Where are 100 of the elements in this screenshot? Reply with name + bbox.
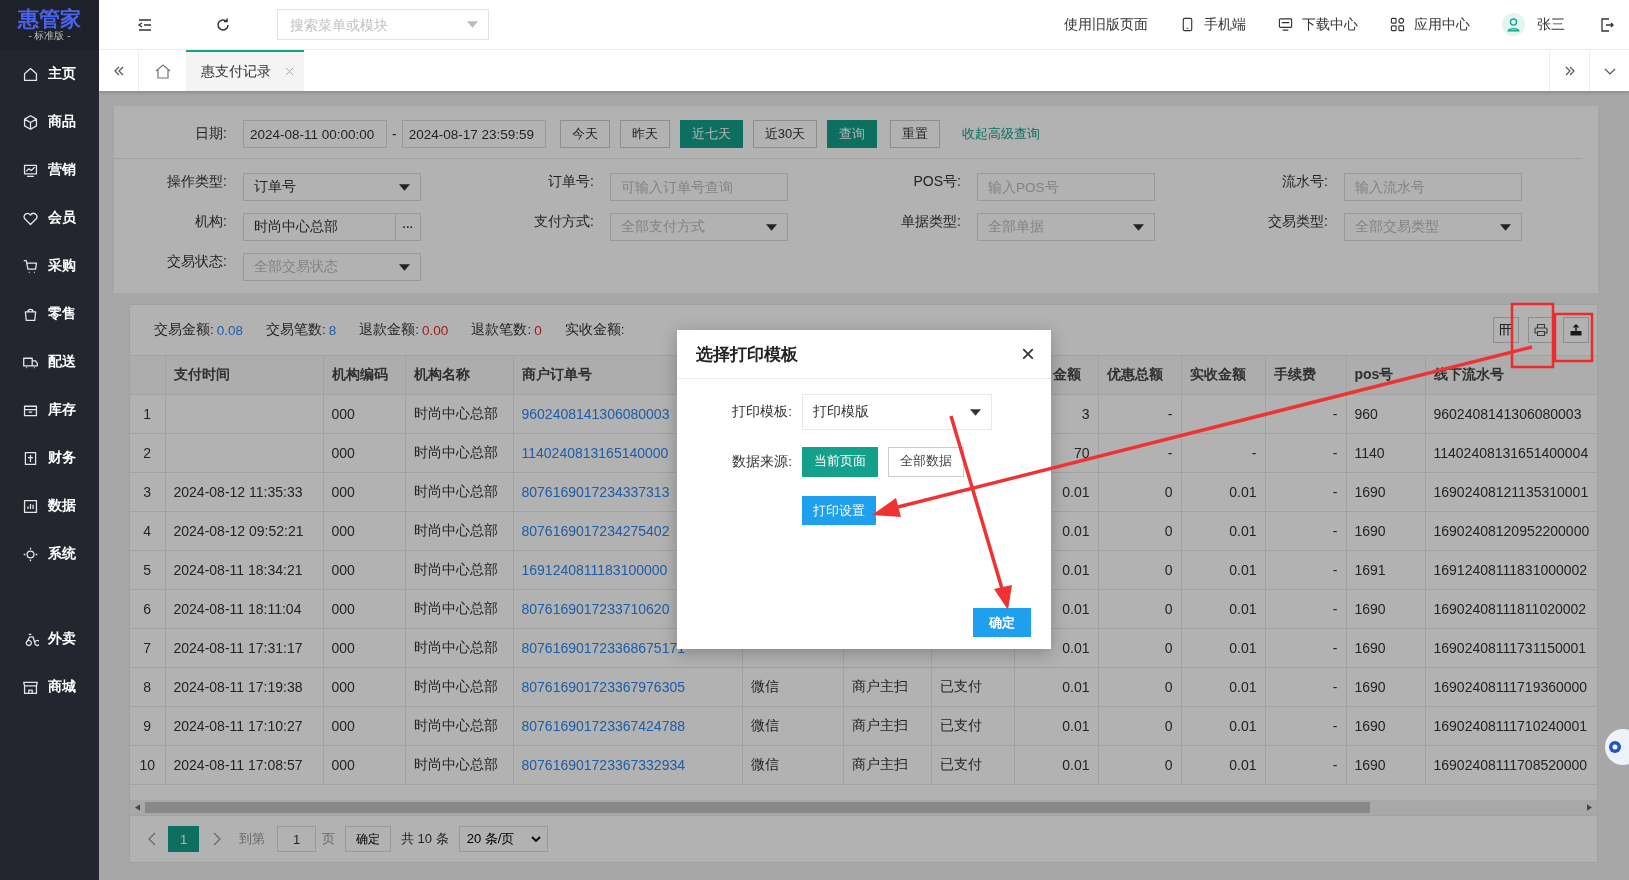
- top-link[interactable]: 应用中心: [1414, 15, 1470, 34]
- sidebar-item[interactable]: 主页: [0, 50, 99, 98]
- sidebar-item[interactable]: 商城: [0, 663, 99, 711]
- column-header: 支付时间: [173, 366, 230, 382]
- columns-button[interactable]: [1493, 317, 1519, 343]
- search-select[interactable]: 搜索菜单或模块: [277, 9, 489, 40]
- columns-icon: [1499, 323, 1513, 337]
- close-button[interactable]: ×: [1017, 342, 1039, 366]
- table-cell: 时尚中心总部: [413, 717, 498, 733]
- column-header: 机构名称: [413, 366, 470, 382]
- sidebar-item[interactable]: 数据: [0, 482, 99, 530]
- table-cell: -: [1167, 406, 1173, 422]
- table-cell: 000: [331, 601, 355, 617]
- summary-value: 0.08: [216, 322, 244, 338]
- table-cell: -: [1332, 601, 1338, 617]
- edition-label: - 标准版 -: [28, 30, 71, 42]
- row-number: 4: [143, 523, 152, 539]
- table-cell: -: [1332, 679, 1338, 695]
- caret-icon: [970, 408, 981, 416]
- top-link[interactable]: 使用旧版页面: [1064, 15, 1148, 34]
- select-field[interactable]: 订单号: [243, 173, 421, 201]
- date-range-button[interactable]: 今天: [559, 120, 610, 148]
- template-select[interactable]: 打印模版: [802, 394, 992, 430]
- sidebar-item[interactable]: 会员: [0, 194, 99, 242]
- table-cell: 1690: [1354, 601, 1386, 617]
- sidebar-item[interactable]: 外卖: [0, 615, 99, 663]
- next-page-icon[interactable]: [213, 832, 221, 846]
- caret-icon: [766, 223, 777, 231]
- table-cell: 2024-08-11 17:08:57: [173, 757, 303, 773]
- table-cell: 1690: [1354, 718, 1386, 734]
- table-cell: 0.01: [1229, 484, 1257, 500]
- sidebar-item[interactable]: 商品: [0, 98, 99, 146]
- table-cell: 0.01: [1229, 679, 1257, 695]
- scroll-left-icon[interactable]: [135, 804, 140, 811]
- close-icon[interactable]: [285, 67, 294, 76]
- refresh-icon[interactable]: [215, 16, 231, 33]
- collapse-menu-icon[interactable]: [137, 16, 153, 33]
- caret-icon: [467, 21, 478, 28]
- date-range-button[interactable]: 近30天: [752, 120, 818, 148]
- table-cell: 16902408120952200000: [1433, 523, 1590, 539]
- user-name[interactable]: 张三: [1537, 15, 1565, 34]
- table-cell: -: [1167, 445, 1173, 461]
- table-cell: -: [1332, 718, 1338, 734]
- reset-button[interactable]: 重置: [890, 120, 941, 148]
- sidebar-item[interactable]: 系统: [0, 530, 99, 578]
- table-cell: 9602408141306080003: [1433, 406, 1582, 422]
- top-link[interactable]: 下载中心: [1302, 15, 1358, 34]
- dialog-title: 选择打印模板: [696, 343, 798, 366]
- table-cell: 000: [331, 718, 355, 734]
- summary-label: 交易笔数:: [266, 321, 326, 339]
- end-date-field[interactable]: 2024-08-17 23:59:59: [401, 120, 546, 148]
- sidebar-item[interactable]: 零售: [0, 290, 99, 338]
- table-cell: -: [1332, 640, 1338, 656]
- sidebar-item[interactable]: 库存: [0, 386, 99, 434]
- table-cell: 2024-08-11 18:34:21: [173, 562, 303, 578]
- table-cell: 时尚中心总部: [413, 444, 498, 460]
- logout-icon[interactable]: [1599, 16, 1615, 33]
- sidebar-item[interactable]: 采购: [0, 242, 99, 290]
- scroll-right-icon[interactable]: [1587, 804, 1592, 811]
- table-cell: -: [1251, 445, 1257, 461]
- column-header: 机构编码: [331, 366, 388, 382]
- table-cell: 0.01: [1229, 523, 1257, 539]
- home-icon: [22, 65, 39, 83]
- highlight-frame: [1553, 312, 1594, 363]
- bar-chart-icon: [22, 497, 39, 515]
- table-cell: 1690: [1354, 640, 1386, 656]
- previous-page-icon[interactable]: [148, 832, 156, 846]
- table-cell: 商户主扫: [851, 756, 908, 772]
- top-link[interactable]: 手机端: [1204, 15, 1246, 34]
- more-button[interactable]: ···: [396, 213, 421, 241]
- field-label: 交易类型:: [1267, 213, 1329, 231]
- column-header: pos号: [1354, 366, 1394, 382]
- field-label: 操作类型:: [166, 173, 228, 191]
- table-cell: 16902408111708520000: [1433, 757, 1588, 773]
- export-button[interactable]: [1563, 317, 1589, 343]
- page-number-field[interactable]: 1: [277, 826, 316, 852]
- sidebar-item[interactable]: 营销: [0, 146, 99, 194]
- page-size-select[interactable]: 20 条/页: [458, 826, 548, 852]
- table-cell: 000: [331, 523, 355, 539]
- start-date-field[interactable]: 2024-08-11 00:00:00: [243, 120, 387, 148]
- horizontal-scrollbar[interactable]: [130, 800, 1597, 815]
- table-cell: 11402408131651400004: [1433, 445, 1589, 461]
- data-source-button[interactable]: 全部数据: [888, 446, 964, 477]
- monitor-icon: [1278, 17, 1293, 32]
- sidebar-item[interactable]: 财务: [0, 434, 99, 482]
- goto-button[interactable]: 确定: [345, 826, 391, 852]
- table-cell: 16902408111811020002: [1433, 601, 1587, 617]
- picker-field[interactable]: 时尚中心总部: [243, 213, 396, 241]
- home-tab[interactable]: [139, 50, 186, 91]
- sidebar-item[interactable]: 配送: [0, 338, 99, 386]
- summary-label: 退款笔数:: [471, 321, 532, 339]
- table-cell: 000: [331, 757, 355, 773]
- page-tab[interactable]: 惠支付记录: [186, 50, 304, 91]
- phone-icon: [1180, 17, 1195, 32]
- row-number: 8: [143, 679, 152, 695]
- print-button[interactable]: [1528, 317, 1554, 343]
- summary-value: 8: [328, 322, 337, 338]
- column-header: 优惠总额: [1106, 366, 1163, 382]
- date-range-button[interactable]: 昨天: [619, 120, 670, 148]
- row-number: 1: [143, 406, 152, 422]
